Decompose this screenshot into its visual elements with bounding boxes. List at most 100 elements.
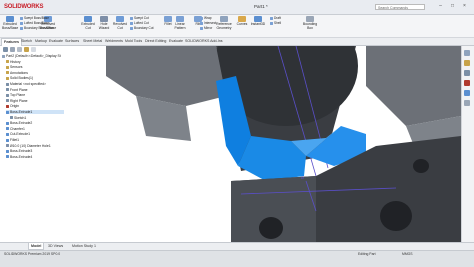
ribbon-small-icon — [270, 21, 273, 25]
ribbon-button-4[interactable]: Revolved Cut — [112, 16, 128, 30]
tree-item-label: Boss-Extrude3 — [10, 149, 33, 154]
right-housing[interactable] — [366, 46, 461, 126]
resources-icon[interactable] — [464, 50, 470, 56]
ribbon-small-button[interactable]: Wrap — [200, 16, 212, 20]
bottom-tab-0[interactable]: Model — [28, 243, 45, 250]
status-product: SOLIDWORKS Premium 2019 SP0.0 — [4, 252, 61, 256]
tree-item[interactable]: Chamfer1 — [6, 127, 64, 131]
tab-7[interactable]: Mold Tools — [123, 38, 144, 45]
ribbon-button-label: Hole Wizard — [98, 22, 110, 30]
tree-item[interactable]: Sensors — [6, 65, 64, 69]
search-input[interactable]: Search Commands — [375, 4, 425, 10]
tree-item[interactable]: Boss-Extrude1 — [6, 110, 64, 114]
tree-item[interactable]: Boss-Extrude2 — [6, 121, 64, 125]
tree-item-label: Boss-Extrude1 — [10, 110, 33, 114]
bottom-tab-2[interactable]: Motion Study 1 — [70, 243, 98, 249]
dimxpert-icon[interactable] — [24, 47, 29, 52]
tree-item-icon — [6, 88, 9, 92]
display-manager-icon[interactable] — [31, 47, 36, 52]
ribbon-small-button[interactable]: Mirror — [200, 26, 212, 30]
left-housing[interactable] — [106, 46, 226, 106]
minimize-button[interactable]: – — [437, 3, 444, 10]
configuration-manager-icon[interactable] — [17, 47, 22, 52]
tree-item[interactable]: Fillet1 — [6, 138, 64, 142]
tree-item-label: Boss-Extrude4 — [10, 154, 33, 159]
tree-item-icon — [6, 105, 9, 108]
ribbon-small-label: Boundary Cut — [134, 26, 154, 30]
tab-1[interactable]: Sketch — [19, 38, 34, 45]
ribbon-small-button[interactable]: Lofted Boss/Base — [20, 21, 49, 25]
ribbon-small-button[interactable]: Boundary Cut — [130, 26, 154, 30]
ribbon-button-label: Linear Pattern — [174, 22, 186, 30]
tree-item-label: Part2 (Default<<Default>_Display St — [6, 54, 61, 58]
dimension-text[interactable]: Ø — [301, 175, 304, 180]
feature-tree-icon[interactable] — [3, 47, 8, 52]
ribbon-small-button[interactable]: Boundary Boss/Base — [20, 26, 54, 30]
solidworks-logo[interactable]: SOLIDWORKS — [4, 2, 44, 12]
tab-5[interactable]: Sheet Metal — [81, 38, 104, 45]
ribbon-button-10[interactable]: Instant3D — [250, 16, 266, 27]
tree-item-icon — [6, 65, 9, 69]
status-units[interactable]: MMGS — [402, 252, 413, 256]
tree-item[interactable]: Boss-Extrude3 — [6, 149, 64, 153]
appearances-icon[interactable] — [464, 90, 470, 96]
property-manager-icon[interactable] — [10, 47, 15, 52]
tree-item[interactable]: Part2 (Default<<Default>_Display St — [2, 54, 64, 58]
tree-item-icon — [6, 155, 9, 159]
tab-6[interactable]: Weldments — [103, 38, 125, 45]
maximize-button[interactable]: □ — [449, 3, 456, 10]
model-viewport[interactable]: Ø — [66, 46, 461, 242]
ribbon-button-2[interactable]: Extruded Cut — [80, 16, 96, 30]
ribbon-button-6[interactable]: Linear Pattern — [172, 16, 188, 30]
ribbon-small-button[interactable]: Swept Boss/Base — [20, 16, 49, 20]
ribbon-small-button[interactable]: Intersect — [200, 21, 216, 25]
tree-item-icon — [6, 99, 9, 103]
graphics-area[interactable]: Ø — [66, 46, 461, 242]
tree-item-icon — [6, 110, 9, 114]
hole[interactable] — [413, 159, 429, 173]
ribbon-button-8[interactable]: Reference Geometry — [216, 16, 232, 30]
ribbon-small-button[interactable]: Swept Cut — [130, 16, 149, 20]
custom-properties-icon[interactable] — [464, 100, 470, 106]
tab-4[interactable]: Surfaces — [63, 38, 81, 45]
hole[interactable] — [380, 201, 412, 231]
file-explorer-icon[interactable] — [464, 70, 470, 76]
tree-item-label: Sensors — [10, 65, 23, 70]
ribbon-small-label: Draft — [274, 16, 281, 20]
design-library-icon[interactable] — [464, 60, 470, 66]
tree-item[interactable]: Cut-Extrude1 — [6, 132, 64, 136]
ribbon-small-label: Swept Boss/Base — [24, 16, 49, 20]
tree-item[interactable]: Solid Bodies(1) — [6, 76, 64, 80]
ribbon-small-button[interactable]: Draft — [270, 16, 281, 20]
view-palette-icon[interactable] — [464, 80, 470, 86]
ribbon-small-icon — [20, 16, 23, 20]
hole[interactable] — [259, 217, 283, 239]
close-button[interactable]: × — [461, 3, 468, 10]
tree-item-icon — [6, 60, 9, 64]
ribbon-button-9[interactable]: Curves — [234, 16, 250, 27]
ribbon-small-icon — [20, 26, 23, 30]
ribbon-small-button[interactable]: Shell — [270, 21, 281, 25]
ribbon-button-label: Reference Geometry — [216, 22, 232, 30]
tree-item[interactable]: Right Plane — [6, 99, 64, 103]
ribbon-button-11[interactable]: Bounding Box — [302, 16, 318, 30]
tree-item[interactable]: Boss-Extrude4 — [6, 155, 64, 159]
tree-item[interactable]: History — [6, 60, 64, 64]
tab-10[interactable]: SOLIDWORKS Add-Ins — [183, 38, 225, 45]
tree-item[interactable]: Front Plane — [6, 88, 64, 92]
ribbon-button-3[interactable]: Hole Wizard — [96, 16, 112, 30]
tree-item[interactable]: Origin — [6, 104, 64, 108]
tree-item[interactable]: Annotations — [6, 71, 64, 75]
tree-item[interactable]: Ø10.0 (10) Diameter Hole1 — [6, 144, 64, 148]
bottom-tab-1[interactable]: 3D Views — [46, 243, 65, 249]
tree-item[interactable]: Sketch1 — [10, 116, 64, 120]
tab-8[interactable]: Direct Editing — [143, 38, 168, 45]
ribbon-button-0[interactable]: Extruded Boss/Base — [2, 16, 18, 30]
tree-item-icon — [6, 144, 9, 148]
tree-item[interactable]: Top Plane — [6, 93, 64, 97]
ribbon-small-label: Swept Cut — [134, 16, 149, 20]
ribbon-small-icon — [200, 16, 203, 20]
tree-item-icon — [6, 138, 9, 142]
ribbon-small-button[interactable]: Lofted Cut — [130, 21, 149, 25]
tree-item[interactable]: Material <not specified> — [6, 82, 64, 86]
